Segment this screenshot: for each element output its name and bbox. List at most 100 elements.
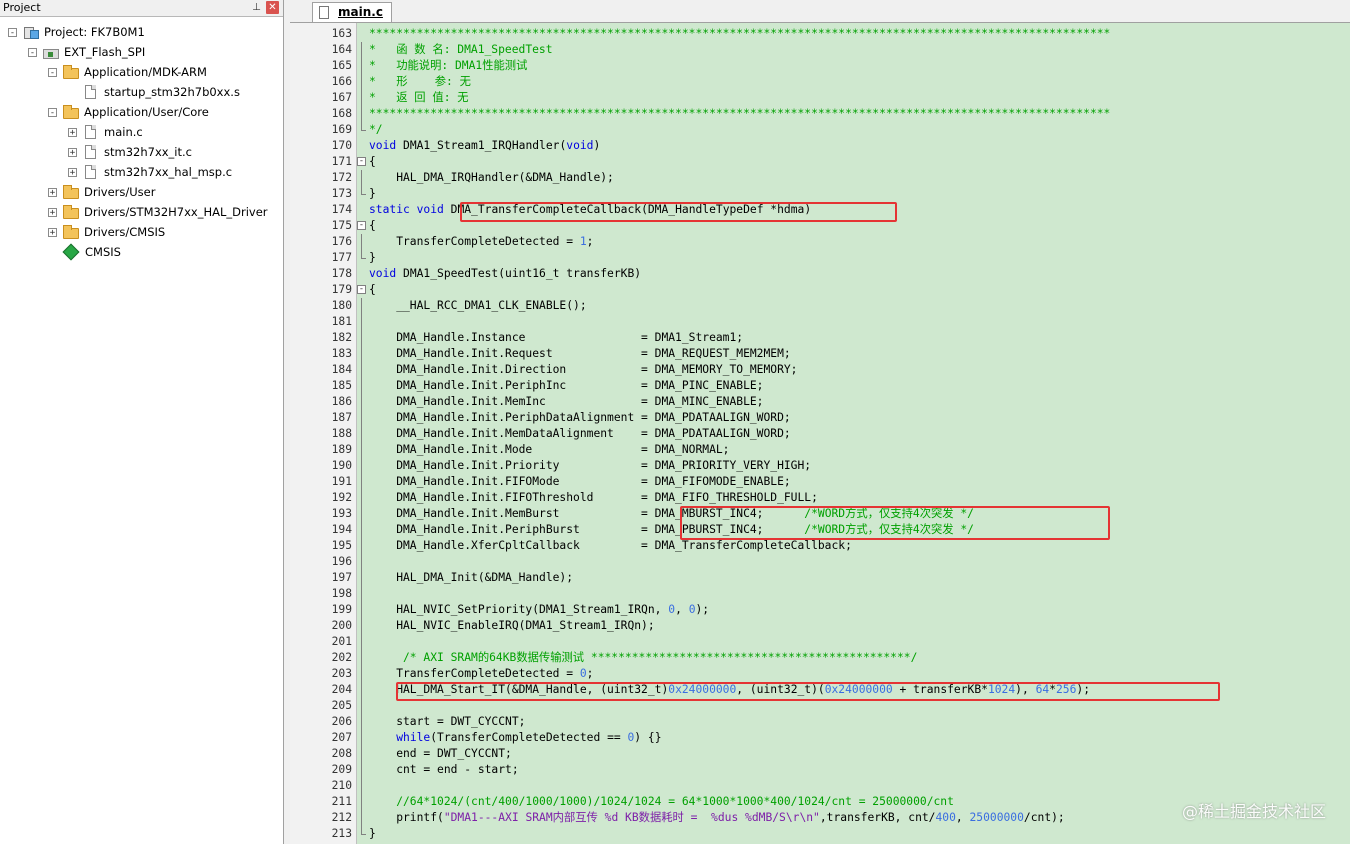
- fold-guide: [361, 330, 362, 346]
- tree-item-label: Project: FK7B0M1: [44, 25, 145, 39]
- fold-guide: [361, 762, 362, 778]
- expand-icon[interactable]: +: [48, 227, 57, 237]
- tree-item[interactable]: startup_stm32h7b0xx.s: [68, 82, 240, 102]
- tree-item-label: Drivers/STM32H7xx_HAL_Driver: [84, 205, 268, 219]
- code-token: ****************************************…: [369, 27, 1111, 40]
- collapse-icon[interactable]: -: [48, 67, 57, 77]
- code-token: void: [416, 203, 444, 216]
- file-icon: [85, 85, 96, 99]
- code-line: 200 HAL_NVIC_EnableIRQ(DMA1_Stream1_IRQn…: [290, 618, 1350, 634]
- code-line: 190 DMA_Handle.Init.Priority = DMA_PRIOR…: [290, 458, 1350, 474]
- tree-item[interactable]: + Drivers/CMSIS: [48, 222, 165, 242]
- tree-item[interactable]: - Application/User/Core: [48, 102, 209, 122]
- code-token: HAL_NVIC_EnableIRQ(DMA1_Stream1_IRQn);: [369, 619, 655, 632]
- line-number: 188: [331, 427, 352, 440]
- tree-item[interactable]: + main.c: [68, 122, 143, 142]
- expand-icon[interactable]: +: [48, 207, 57, 217]
- code-line: 195 DMA_Handle.XferCpltCallback = DMA_Tr…: [290, 538, 1350, 554]
- code-token: 400: [935, 811, 956, 824]
- code-token: DMA_Handle.Init.Direction = DMA_MEMORY_T…: [369, 363, 798, 376]
- line-number: 173: [331, 187, 352, 200]
- fold-end-guide: [361, 250, 366, 259]
- fold-toggle-icon[interactable]: -: [357, 157, 366, 166]
- code-text: while(TransferCompleteDetected == 0) {}: [369, 730, 661, 746]
- expand-icon[interactable]: +: [68, 147, 77, 157]
- tree-item[interactable]: + Drivers/STM32H7xx_HAL_Driver: [48, 202, 268, 222]
- expand-icon[interactable]: +: [68, 127, 77, 137]
- code-token: DMA_Handle.Init.Priority = DMA_PRIORITY_…: [369, 459, 812, 472]
- collapse-icon[interactable]: -: [8, 27, 17, 37]
- code-line: 172 HAL_DMA_IRQHandler(&DMA_Handle);: [290, 170, 1350, 186]
- tree-item-label: EXT_Flash_SPI: [64, 45, 146, 59]
- line-number: 189: [331, 443, 352, 456]
- tree-item[interactable]: + Drivers/User: [48, 182, 155, 202]
- code-token: start = DWT_CYCCNT;: [369, 715, 526, 728]
- folder-icon: [63, 224, 79, 239]
- tree-item[interactable]: + stm32h7xx_hal_msp.c: [68, 162, 232, 182]
- code-line: 176 TransferCompleteDetected = 1;: [290, 234, 1350, 250]
- close-icon[interactable]: ✕: [266, 1, 279, 14]
- fold-guide: [361, 106, 362, 122]
- tree-item[interactable]: + stm32h7xx_it.c: [68, 142, 192, 162]
- code-token: void: [566, 139, 594, 152]
- code-line: 191 DMA_Handle.Init.FIFOMode = DMA_FIFOM…: [290, 474, 1350, 490]
- code-line: 164 * 函 数 名: DMA1_SpeedTest: [290, 42, 1350, 58]
- collapse-icon[interactable]: -: [28, 47, 37, 57]
- line-number: 179: [331, 283, 352, 296]
- code-text: */: [369, 122, 383, 138]
- code-text: {: [369, 154, 376, 170]
- tree-item[interactable]: - EXT_Flash_SPI: [28, 42, 145, 62]
- tree-item[interactable]: - Application/MDK-ARM: [48, 62, 207, 82]
- line-number: 165: [331, 59, 352, 72]
- tab-label: main.c: [338, 5, 383, 19]
- editor-tabbar: main.c: [290, 0, 1350, 23]
- code-line: 198: [290, 586, 1350, 602]
- fold-toggle-icon[interactable]: -: [357, 285, 366, 294]
- pin-icon[interactable]: ⊥: [250, 1, 263, 14]
- expand-icon[interactable]: +: [68, 167, 77, 177]
- code-token: ): [593, 139, 601, 152]
- code-text: TransferCompleteDetected = 0;: [369, 666, 593, 682]
- tab-main-c[interactable]: main.c: [312, 2, 392, 22]
- code-area[interactable]: 163 *************************************…: [290, 23, 1350, 844]
- code-line: 189 DMA_Handle.Init.Mode = DMA_NORMAL;: [290, 442, 1350, 458]
- fold-guide: [361, 394, 362, 410]
- code-lines: 163 *************************************…: [290, 26, 1350, 842]
- code-token: * 功能说明: DMA1性能测试: [369, 59, 528, 72]
- code-token: }: [369, 827, 376, 840]
- tree-item[interactable]: - Project: FK7B0M1: [8, 22, 145, 42]
- expand-icon[interactable]: +: [48, 187, 57, 197]
- fold-guide: [361, 778, 362, 794]
- code-text: DMA_Handle.Init.Priority = DMA_PRIORITY_…: [369, 458, 811, 474]
- collapse-icon[interactable]: -: [48, 107, 57, 117]
- code-line: 166 * 形 参: 无: [290, 74, 1350, 90]
- code-token: DMA_Handle.Init.FIFOThreshold = DMA_FIFO…: [369, 491, 818, 504]
- tree-item-label: Drivers/User: [84, 185, 156, 199]
- code-token: ,: [675, 603, 689, 616]
- code-token: * 形 参: 无: [369, 75, 471, 88]
- code-text: DMA_Handle.Init.Direction = DMA_MEMORY_T…: [369, 362, 797, 378]
- tree-item[interactable]: CMSIS: [48, 242, 121, 262]
- tree-item-label: CMSIS: [85, 245, 121, 259]
- line-number: 164: [331, 43, 352, 56]
- line-number: 167: [331, 91, 352, 104]
- code-text: HAL_DMA_Start_IT(&DMA_Handle, (uint32_t)…: [369, 682, 1090, 698]
- code-text: }: [369, 250, 376, 266]
- code-line: 163 *************************************…: [290, 26, 1350, 42]
- code-text: }: [369, 826, 376, 842]
- code-token: DMA_Handle.Init.Mode = DMA_NORMAL;: [369, 443, 730, 456]
- code-text: HAL_NVIC_EnableIRQ(DMA1_Stream1_IRQn);: [369, 618, 655, 634]
- fold-toggle-icon[interactable]: -: [357, 221, 366, 230]
- code-text: DMA_Handle.Init.Request = DMA_REQUEST_ME…: [369, 346, 790, 362]
- line-number: 168: [331, 107, 352, 120]
- line-number: 200: [331, 619, 352, 632]
- fold-guide: [361, 314, 362, 330]
- code-text: DMA_Handle.Instance = DMA1_Stream1;: [369, 330, 743, 346]
- fold-guide: [361, 810, 362, 826]
- code-token: }: [369, 187, 376, 200]
- code-text: ****************************************…: [369, 106, 1110, 122]
- line-number: 209: [331, 763, 352, 776]
- code-text: {: [369, 218, 376, 234]
- code-text: {: [369, 282, 376, 298]
- tree-item-label: Drivers/CMSIS: [84, 225, 166, 239]
